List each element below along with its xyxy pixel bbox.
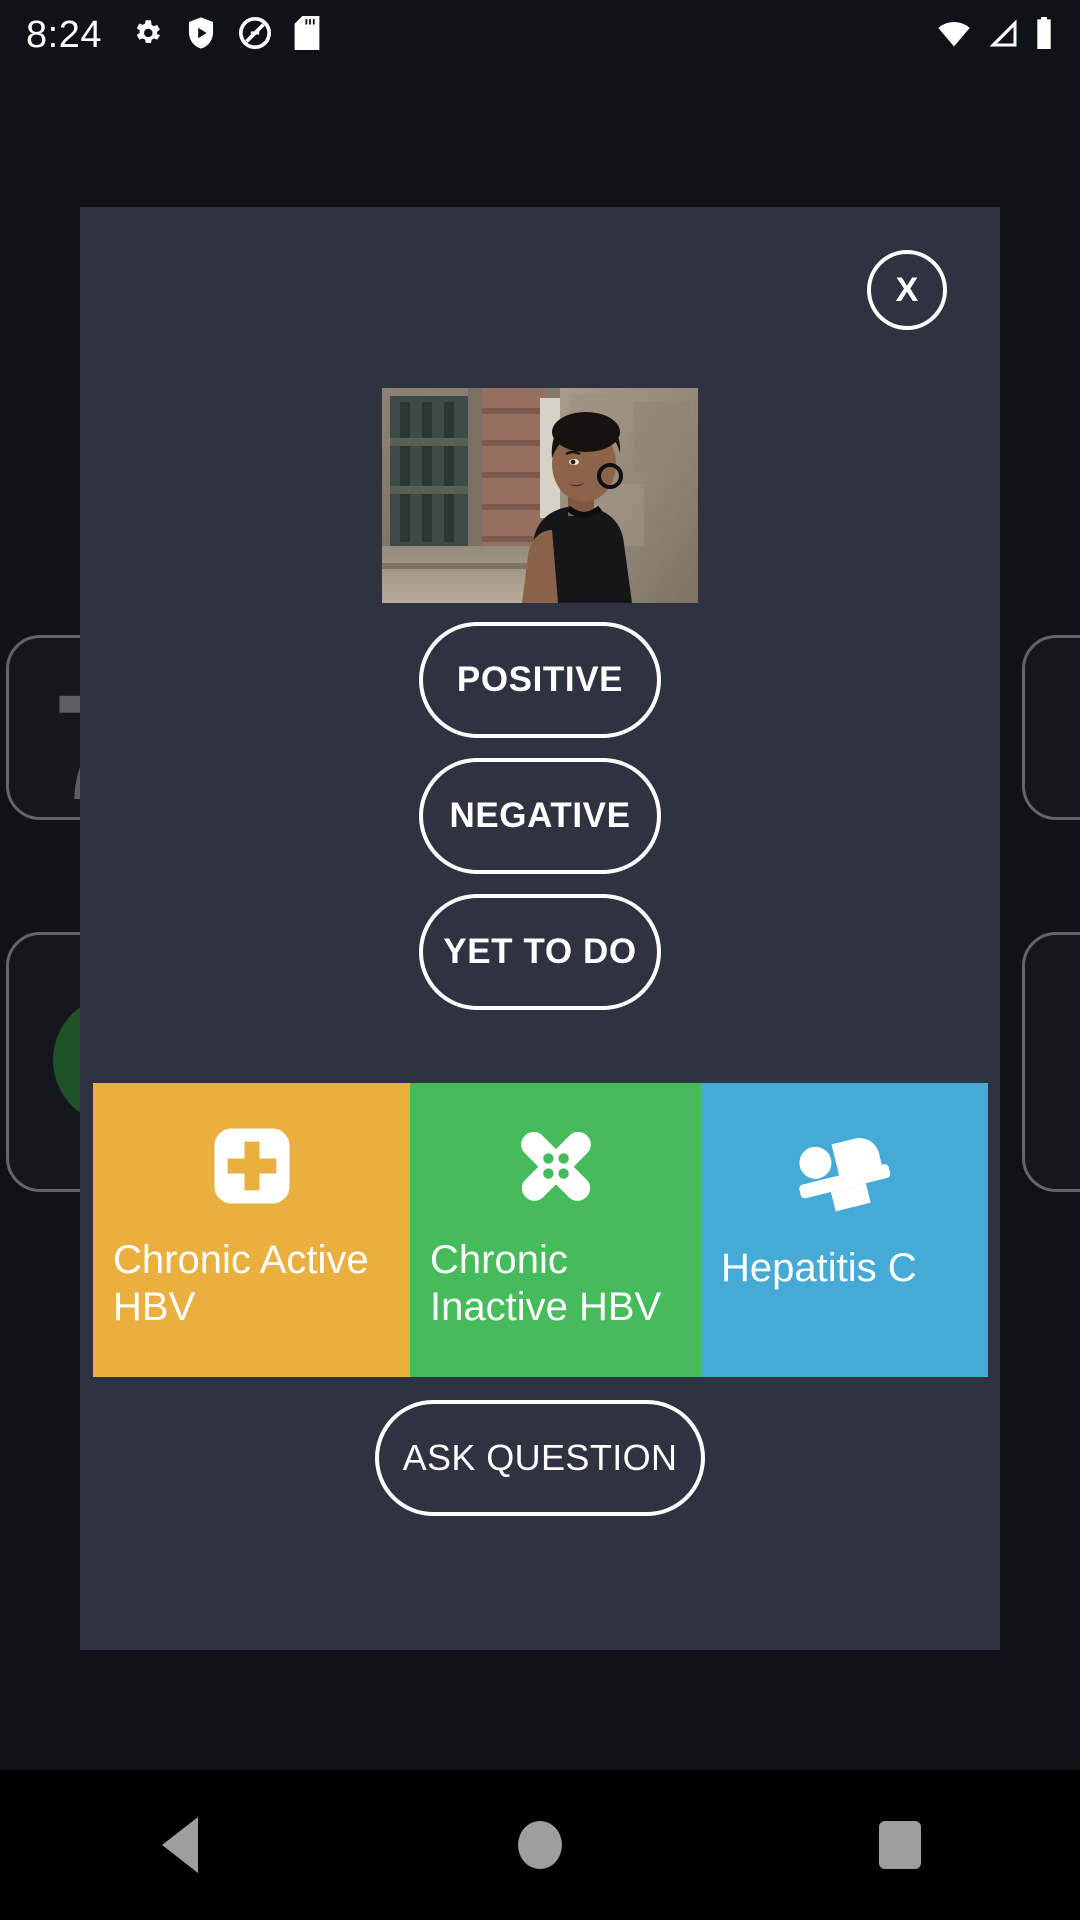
status-button-yet-to-do[interactable]: YET TO DO [419,894,661,1010]
status-bar-notification-icons [130,15,320,55]
screen: 8:24 X POSITIVE NEGATIVE YET TO DO Chron… [0,0,1080,1920]
nav-home-button[interactable] [480,1785,600,1905]
patient-photo-image [382,388,698,603]
gear-icon [130,16,164,55]
battery-icon [1034,16,1054,54]
condition-tile-chronic-active-hbv[interactable]: Chronic Active HBV [93,1083,410,1377]
close-button-wrapper: X [867,250,947,330]
wifi-icon [936,18,972,53]
medical-cross-icon [113,1107,390,1225]
status-button-negative[interactable]: NEGATIVE [419,758,661,874]
condition-tile-label: Chronic Inactive HBV [430,1238,662,1330]
cellular-signal-icon [986,18,1020,53]
condition-tile-label: Hepatitis C [721,1246,917,1290]
play-protect-shield-icon [186,16,216,55]
condition-tile-hepatitis-c[interactable]: Hepatitis C [701,1083,988,1377]
status-bar-system-icons [936,16,1054,54]
android-navigation-bar [0,1770,1080,1920]
close-button[interactable]: X [867,250,947,330]
patient-in-bed-icon [721,1115,968,1233]
ask-question-wrapper: ASK QUESTION [80,1400,1000,1516]
background-card [1022,635,1080,820]
status-button-positive[interactable]: POSITIVE [419,622,661,738]
back-triangle-icon [162,1817,198,1873]
status-button-group: POSITIVE NEGATIVE YET TO DO [80,622,1000,1010]
bandage-cross-icon [430,1107,681,1225]
condition-tile-strip: Chronic Active HBV Chronic Inactive HBV … [93,1083,988,1377]
status-bar-clock: 8:24 [26,13,102,56]
sd-card-icon [294,15,320,55]
condition-tile-chronic-inactive-hbv[interactable]: Chronic Inactive HBV [410,1083,701,1377]
status-bar: 8:24 [0,0,1080,70]
home-circle-icon [518,1821,562,1869]
condition-tile-label: Chronic Active HBV [113,1238,369,1330]
patient-photo-wrapper [80,388,1000,603]
nav-back-button[interactable] [120,1785,240,1905]
nav-recents-button[interactable] [840,1785,960,1905]
condition-status-modal: X POSITIVE NEGATIVE YET TO DO Chronic Ac… [80,207,1000,1650]
ask-question-button[interactable]: ASK QUESTION [375,1400,705,1516]
recents-square-icon [879,1821,921,1869]
patient-photo [382,388,698,603]
do-not-disturb-icon [238,16,272,55]
background-card [1022,932,1080,1192]
